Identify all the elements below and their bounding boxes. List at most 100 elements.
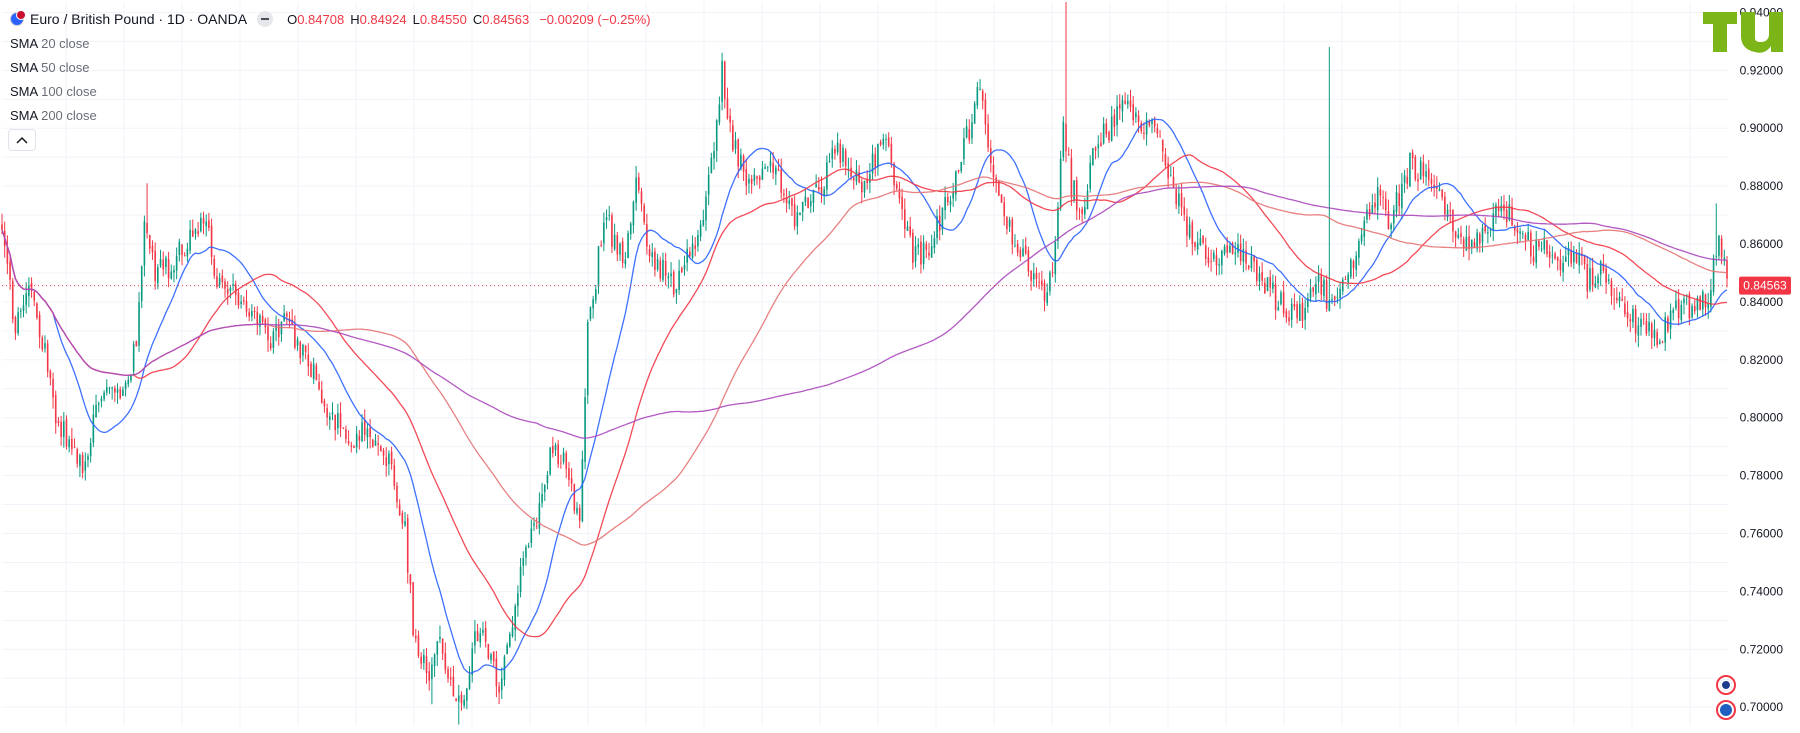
legend-collapse-button[interactable] bbox=[8, 129, 36, 151]
candle-body bbox=[194, 229, 197, 234]
candle-body bbox=[968, 129, 971, 141]
candle bbox=[678, 259, 680, 295]
candle bbox=[965, 119, 968, 139]
candle-body bbox=[772, 163, 774, 173]
candle bbox=[758, 175, 761, 189]
candle bbox=[412, 581, 414, 637]
candle-body bbox=[509, 634, 511, 647]
legend-sma-100[interactable]: SMA 100 close bbox=[10, 82, 97, 106]
candle bbox=[879, 139, 882, 147]
price-axis[interactable]: 0.70000 0.72000 0.74000 0.76000 0.78000 0.800… bbox=[1739, 5, 1791, 714]
candle bbox=[194, 228, 197, 240]
candle bbox=[1323, 276, 1325, 302]
legend-sma-200[interactable]: SMA 200 close bbox=[10, 106, 97, 130]
chart-area[interactable]: 0.70000 0.72000 0.74000 0.76000 0.78000 0.800… bbox=[0, 0, 1800, 728]
candle-body bbox=[95, 404, 97, 418]
candle bbox=[1363, 216, 1366, 246]
candle-body bbox=[780, 169, 783, 193]
candle bbox=[680, 266, 683, 274]
candle bbox=[576, 502, 578, 516]
candle bbox=[785, 187, 788, 213]
candle bbox=[914, 235, 917, 268]
candle-body bbox=[1374, 202, 1376, 208]
candle-body bbox=[807, 197, 809, 209]
candle bbox=[503, 654, 506, 687]
symbol-header: Euro / British Pound · 1D · OANDA O0.847… bbox=[10, 8, 651, 30]
price-axis-label: 0.74000 bbox=[1740, 584, 1784, 598]
candle bbox=[670, 262, 672, 288]
candle bbox=[710, 152, 713, 174]
candle-body bbox=[36, 303, 38, 318]
candle-body bbox=[326, 408, 328, 418]
candle bbox=[1296, 300, 1298, 324]
candle-body bbox=[777, 169, 780, 171]
candle bbox=[334, 414, 336, 441]
candle-body bbox=[723, 61, 726, 99]
candle bbox=[1231, 241, 1234, 255]
candle bbox=[1626, 300, 1629, 327]
symbol-title[interactable]: Euro / British Pound · 1D · OANDA bbox=[30, 11, 247, 27]
candle bbox=[22, 294, 25, 318]
candle bbox=[809, 194, 812, 213]
candle-body bbox=[1100, 142, 1102, 146]
candle-body bbox=[656, 259, 659, 270]
candle-body bbox=[1186, 216, 1188, 236]
candle bbox=[844, 148, 847, 176]
candle-body bbox=[971, 122, 973, 139]
candle bbox=[1586, 255, 1589, 299]
candle-body bbox=[584, 397, 586, 462]
candle bbox=[170, 264, 173, 280]
candle-body bbox=[1285, 311, 1288, 318]
candle-body bbox=[543, 485, 546, 493]
legend-sma-20[interactable]: SMA 20 close bbox=[10, 34, 97, 58]
candle-body bbox=[1683, 298, 1685, 304]
candle bbox=[253, 306, 256, 319]
candle bbox=[1723, 249, 1726, 266]
candle-body bbox=[1054, 242, 1057, 275]
candle bbox=[33, 289, 36, 307]
candle-body bbox=[1194, 242, 1196, 247]
candle bbox=[492, 651, 495, 667]
candle-body bbox=[1521, 233, 1524, 235]
candle bbox=[750, 174, 753, 194]
candle-body bbox=[178, 241, 181, 255]
candle bbox=[1003, 196, 1006, 226]
candle bbox=[495, 650, 498, 698]
candle-body bbox=[1430, 179, 1433, 184]
candle bbox=[1274, 275, 1277, 320]
candle-body bbox=[861, 181, 863, 193]
candle-body bbox=[1070, 158, 1073, 198]
high-label: H bbox=[350, 11, 360, 27]
minus-icon[interactable] bbox=[257, 11, 274, 27]
candle bbox=[871, 144, 874, 181]
candle-body bbox=[1562, 263, 1564, 273]
candle bbox=[764, 163, 766, 170]
candle bbox=[828, 152, 831, 163]
candle-body bbox=[267, 326, 269, 341]
legend-sma-50[interactable]: SMA 50 close bbox=[10, 58, 97, 82]
candle-body bbox=[1505, 209, 1508, 223]
candle bbox=[662, 252, 664, 283]
candle bbox=[1454, 230, 1457, 248]
candle bbox=[632, 200, 635, 234]
price-chart[interactable]: 0.70000 0.72000 0.74000 0.76000 0.78000 0.800… bbox=[0, 0, 1800, 728]
candle bbox=[1352, 259, 1355, 279]
candle-body bbox=[234, 284, 237, 295]
candle-body bbox=[1589, 268, 1591, 290]
eur-flag-icon[interactable] bbox=[1716, 700, 1736, 720]
price-axis-label: 0.86000 bbox=[1740, 237, 1784, 251]
candle bbox=[1234, 241, 1237, 265]
candle bbox=[753, 168, 756, 186]
gbp-flag-icon[interactable] bbox=[1716, 675, 1736, 695]
candle-body bbox=[167, 259, 170, 279]
candle bbox=[261, 310, 264, 325]
candle bbox=[1022, 239, 1024, 257]
candle-body bbox=[1473, 242, 1476, 248]
candle-body bbox=[799, 212, 801, 215]
candle bbox=[1140, 120, 1143, 134]
candle-body bbox=[302, 344, 304, 356]
candle bbox=[818, 177, 820, 193]
candle-body bbox=[1465, 236, 1468, 251]
candle-body bbox=[895, 184, 898, 189]
candle bbox=[1667, 315, 1669, 334]
